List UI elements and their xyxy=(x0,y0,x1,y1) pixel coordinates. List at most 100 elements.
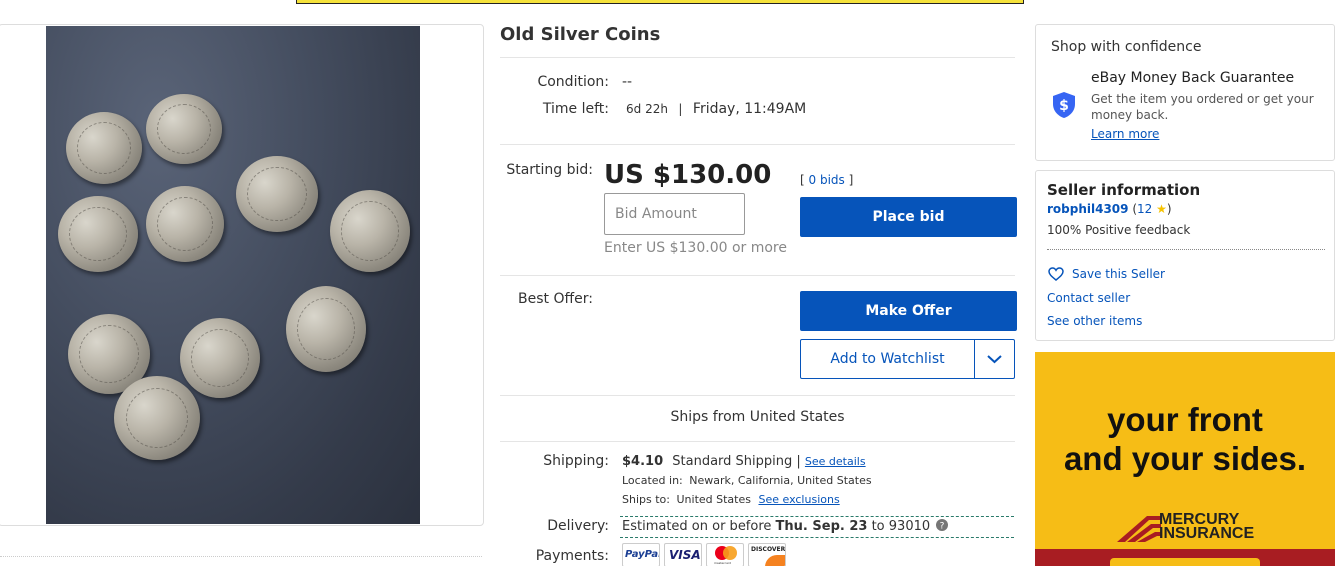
coin xyxy=(58,196,138,272)
star-icon: ★ xyxy=(1156,202,1167,216)
ad-headline: your front and your sides. xyxy=(1035,400,1335,478)
coin xyxy=(146,186,224,262)
shipping-row: $4.10 Standard Shipping | See details xyxy=(622,454,866,469)
seller-name-link[interactable]: robphil4309 xyxy=(1047,202,1129,216)
ships-from: Ships from United States xyxy=(670,409,845,425)
ad-brand-line2: INSURANCE xyxy=(1159,525,1255,542)
seller-heading: Seller information xyxy=(1047,181,1201,199)
delivery-row: Estimated on or before Thu. Sep. 23 to 9… xyxy=(622,519,949,534)
bid-hint: Enter US $130.00 or more xyxy=(604,240,787,256)
coin xyxy=(236,156,318,232)
located-value: Newark, California, United States xyxy=(689,474,872,487)
bids-link[interactable]: 0 bids xyxy=(809,173,845,187)
divider xyxy=(500,57,1015,58)
delivery-to: to xyxy=(871,519,885,534)
shipping-service: Standard Shipping xyxy=(672,454,793,469)
time-left-value: 6d 22h xyxy=(626,102,668,116)
guarantee-desc: Get the item you ordered or get your mon… xyxy=(1091,92,1314,122)
shield-dollar-icon: $ xyxy=(1053,92,1075,118)
time-end: Friday, 11:49AM xyxy=(692,101,807,117)
divider xyxy=(500,275,1015,276)
feedback-close: ) xyxy=(1166,202,1172,216)
visa-icon: VISA xyxy=(664,543,702,566)
divider xyxy=(0,556,482,557)
item-photo[interactable] xyxy=(46,26,420,524)
see-details-link[interactable]: See details xyxy=(805,455,866,468)
bid-amount-input[interactable] xyxy=(604,193,745,235)
see-exclusions-link[interactable]: See exclusions xyxy=(758,493,839,506)
positive-feedback: 100% Positive feedback xyxy=(1047,223,1191,237)
divider xyxy=(1047,249,1325,250)
shop-with-confidence-card: Shop with confidence $ eBay Money Back G… xyxy=(1035,24,1335,161)
ships-to-label: Ships to: xyxy=(622,493,670,506)
starting-bid-label: Starting bid: xyxy=(506,162,593,178)
price: US $130.00 xyxy=(604,160,772,190)
save-seller-link[interactable]: Save this Seller xyxy=(1072,267,1165,281)
condition-value: -- xyxy=(622,74,633,90)
discover-stripe xyxy=(765,555,785,566)
chevron-down-icon xyxy=(987,355,1002,364)
see-other-items-link[interactable]: See other items xyxy=(1047,314,1142,328)
located-row: Located in: Newark, California, United S… xyxy=(622,474,872,487)
payment-method: PayPal xyxy=(625,549,660,560)
divider xyxy=(620,516,1014,517)
guarantee-title: eBay Money Back Guarantee xyxy=(1091,70,1295,86)
discover-icon: DISCOVER xyxy=(748,543,786,566)
item-title: Old Silver Coins xyxy=(500,24,661,45)
ships-to-row: Ships to: United States See exclusions xyxy=(622,493,840,506)
coin xyxy=(66,112,142,184)
condition-label: Condition: xyxy=(537,74,609,90)
feedback-score-link[interactable]: 12 xyxy=(1137,202,1152,216)
divider xyxy=(500,395,1015,396)
shipping-cost: $4.10 xyxy=(622,454,664,469)
advertisement[interactable]: your front and your sides. MERCURY INSUR… xyxy=(1035,352,1335,566)
ad-brand: MERCURY INSURANCE xyxy=(1159,512,1255,542)
svg-text:?: ? xyxy=(940,522,945,532)
time-left-label: Time left: xyxy=(542,101,609,117)
divider xyxy=(500,144,1015,145)
watchlist-button-group: Add to Watchlist xyxy=(800,339,1015,379)
payments-label: Payments: xyxy=(535,548,609,564)
watchlist-dropdown-button[interactable] xyxy=(975,340,1014,378)
delivery-label: Delivery: xyxy=(547,518,609,534)
divider xyxy=(500,441,1015,442)
separator: | xyxy=(796,454,801,469)
coin xyxy=(114,376,200,460)
ad-headline-line1: your front xyxy=(1107,401,1263,438)
learn-more-link[interactable]: Learn more xyxy=(1091,127,1159,141)
ships-to-value: United States xyxy=(676,493,751,506)
seller-info-card: Seller information robphil4309 (12 ★) 10… xyxy=(1035,170,1335,341)
place-bid-button[interactable]: Place bid xyxy=(800,197,1017,237)
help-icon[interactable]: ? xyxy=(936,519,949,532)
time-left-row: 6d 22h | Friday, 11:49AM xyxy=(626,101,806,117)
mercury-logo-icon xyxy=(1117,516,1161,542)
add-to-watchlist-button[interactable]: Add to Watchlist xyxy=(801,340,975,378)
coin xyxy=(286,286,366,372)
coin xyxy=(146,94,222,164)
coin xyxy=(330,190,410,272)
make-offer-button[interactable]: Make Offer xyxy=(800,291,1017,331)
svg-text:$: $ xyxy=(1059,98,1069,114)
payment-method: VISA xyxy=(669,548,701,562)
delivery-prefix: Estimated on or before xyxy=(622,519,772,534)
shipping-label: Shipping: xyxy=(543,453,609,469)
delivery-date: Thu. Sep. 23 xyxy=(775,519,868,534)
divider xyxy=(620,537,1014,538)
payment-method: DISCOVER xyxy=(751,546,786,553)
payment-method: mastercard xyxy=(714,561,732,565)
top-banner xyxy=(296,0,1024,4)
seller-name-row: robphil4309 (12 ★) xyxy=(1047,202,1172,216)
paypal-icon: PayPal xyxy=(622,543,660,566)
best-offer-label: Best Offer: xyxy=(518,291,593,307)
coin xyxy=(180,318,260,398)
confidence-heading: Shop with confidence xyxy=(1051,39,1202,55)
located-label: Located in: xyxy=(622,474,683,487)
bids-count: [ 0 bids ] xyxy=(800,173,854,187)
contact-seller-link[interactable]: Contact seller xyxy=(1047,291,1130,305)
heart-icon[interactable] xyxy=(1048,267,1064,281)
ad-headline-line2: and your sides. xyxy=(1063,440,1307,477)
ad-cta-button[interactable] xyxy=(1110,558,1260,566)
mastercard-icon: mastercard xyxy=(706,543,744,566)
separator: | xyxy=(678,102,683,116)
delivery-zip: 93010 xyxy=(888,519,931,534)
